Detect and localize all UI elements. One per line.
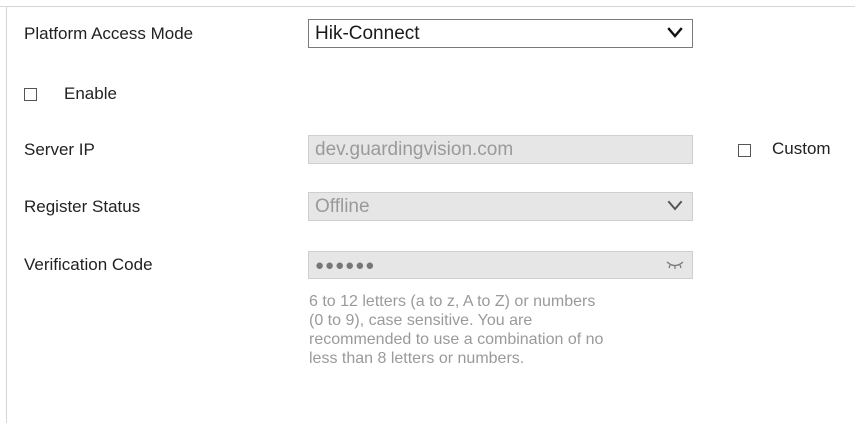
eye-closed-icon[interactable] (666, 260, 684, 270)
chevron-down-icon (667, 200, 683, 211)
platform-access-mode-select[interactable]: Hik-Connect (308, 19, 693, 48)
server-ip-value: dev.guardingvision.com (315, 139, 514, 160)
platform-access-mode-value: Hik-Connect (315, 23, 420, 44)
left-divider (6, 6, 7, 423)
verification-code-label: Verification Code (24, 255, 153, 274)
chevron-down-icon (667, 27, 683, 38)
enable-label: Enable (64, 84, 117, 103)
enable-checkbox[interactable] (24, 88, 37, 101)
custom-checkbox[interactable] (738, 144, 751, 157)
top-divider (0, 6, 855, 7)
verification-code-hint: 6 to 12 letters (a to z, A to Z) or numb… (309, 293, 604, 367)
platform-access-panel: Platform Access Mode Hik-Connect Enable … (0, 0, 855, 423)
platform-access-mode-label: Platform Access Mode (24, 24, 194, 43)
register-status-label: Register Status (24, 197, 141, 216)
masked-password: ●●●●●● (315, 257, 376, 274)
server-ip-input[interactable]: dev.guardingvision.com (308, 135, 693, 164)
register-status-value: Offline (315, 196, 370, 217)
server-ip-label: Server IP (24, 140, 95, 159)
custom-label: Custom (772, 139, 831, 158)
verification-code-input[interactable]: ●●●●●● (308, 251, 693, 279)
register-status-select[interactable]: Offline (308, 192, 693, 221)
